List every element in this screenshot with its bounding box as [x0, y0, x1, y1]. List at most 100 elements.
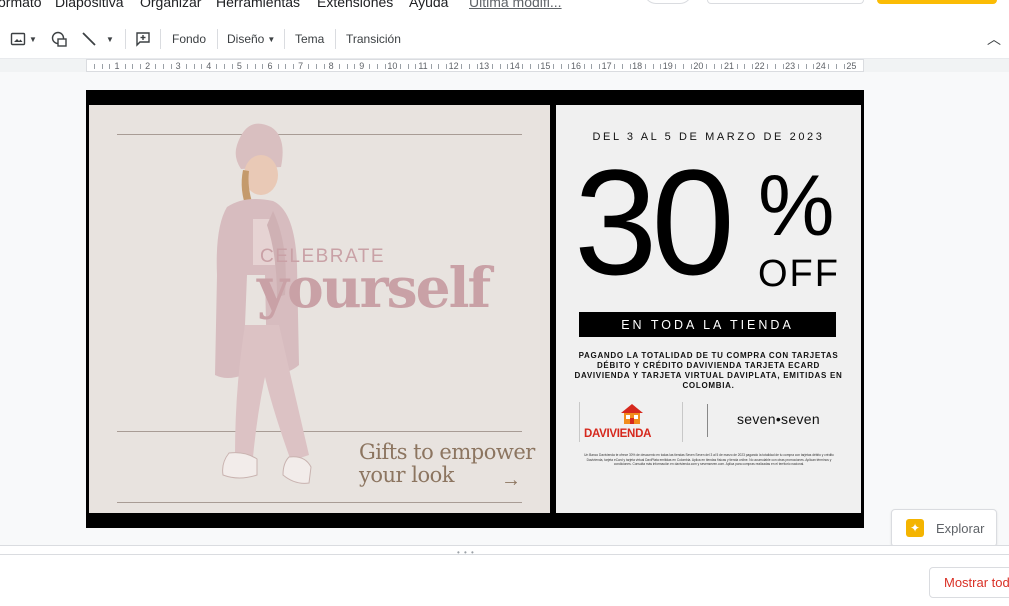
- slideshow-button[interactable]: [707, 0, 864, 4]
- ruler-tick-mark: [652, 64, 654, 69]
- slide[interactable]: CELEBRATE yourself Gifts to empower your…: [86, 90, 864, 528]
- transition-button[interactable]: Transición: [346, 28, 401, 50]
- ruler-tick-mark: [629, 64, 631, 69]
- menu-herramientas[interactable]: Herramientas: [216, 0, 300, 10]
- line-button[interactable]: ▼: [81, 28, 114, 50]
- ruler-tick-mark: [782, 64, 784, 69]
- store-wide-banner: EN TODA LA TIENDA: [579, 312, 836, 337]
- ruler-tick-label: 6: [267, 61, 273, 71]
- chevron-down-icon: ▼: [267, 34, 276, 44]
- ruler-tick-mark: [132, 64, 134, 69]
- toolbar-divider: [335, 29, 336, 49]
- layout-button[interactable]: Diseño ▼: [227, 28, 275, 50]
- davivienda-logo: DAVIVIENDA: [579, 402, 683, 442]
- ruler-tick-mark: [507, 64, 509, 69]
- ruler-tick-mark: [660, 64, 662, 69]
- ruler-tick-label: 2: [145, 61, 151, 71]
- ruler-tick-mark: [476, 64, 478, 69]
- ruler-tick-mark: [675, 64, 677, 69]
- collapse-toolbar-icon[interactable]: ︿: [987, 29, 1001, 49]
- ruler-tick-mark: [262, 64, 264, 69]
- ruler-tick-mark: [614, 64, 616, 69]
- ruler-tick-label: 22: [754, 61, 765, 71]
- gifts-line-1: Gifts to empower: [359, 440, 535, 464]
- meet-button[interactable]: [644, 0, 692, 4]
- slide-canvas: CELEBRATE yourself Gifts to empower your…: [0, 72, 1009, 546]
- horizontal-ruler[interactable]: 1 2 3 4 5 6 7 8 9 10 11 12 13 14 15 16 17 18 19 20 21 22 23 24 2…: [86, 59, 864, 72]
- add-comment-button[interactable]: [135, 28, 151, 50]
- ruler-tick-mark: [774, 64, 776, 69]
- house-icon: [621, 404, 643, 424]
- ruler-tick-label: 1: [114, 61, 120, 71]
- ruler-tick-mark: [94, 64, 96, 69]
- ruler-tick-label: 18: [632, 61, 643, 71]
- ruler-tick-mark: [568, 64, 570, 69]
- ruler-tick-label: 8: [328, 61, 334, 71]
- ruler-tick-mark: [185, 64, 187, 69]
- slide-right-panel[interactable]: DEL 3 AL 5 DE MARZO DE 2023 30 % OFF EN …: [556, 105, 861, 513]
- ruler-tick-mark: [683, 64, 685, 69]
- ruler-tick-mark: [170, 64, 172, 69]
- slide-left-panel[interactable]: CELEBRATE yourself Gifts to empower your…: [89, 105, 550, 513]
- menu-diapositiva[interactable]: Diapositiva: [55, 0, 123, 10]
- ruler-tick-label: 19: [662, 61, 673, 71]
- ruler-tick-mark: [224, 64, 226, 69]
- ruler-tick-mark: [560, 64, 562, 69]
- show-all-button[interactable]: Mostrar todo: [929, 567, 1009, 598]
- percent-sign: %: [758, 158, 835, 254]
- ruler-tick-mark: [101, 64, 103, 69]
- ruler-tick-label: 3: [175, 61, 181, 71]
- ruler-tick-mark: [445, 64, 447, 69]
- ruler-tick-label: 23: [785, 61, 796, 71]
- ruler-tick-mark: [553, 64, 555, 69]
- yourself-text: yourself: [257, 255, 491, 320]
- theme-button[interactable]: Tema: [295, 28, 324, 50]
- ruler-tick-mark: [537, 64, 539, 69]
- ruler-tick-label: 4: [206, 61, 212, 71]
- ruler-tick-label: 9: [359, 61, 365, 71]
- menu-ayuda[interactable]: Ayuda: [409, 0, 448, 10]
- menu-organizar[interactable]: Organizar: [140, 0, 201, 10]
- shape-button[interactable]: [50, 28, 68, 50]
- layout-label: Diseño: [227, 32, 265, 46]
- speaker-notes-area[interactable]: Mostrar todo: [0, 555, 1009, 606]
- ruler-tick-label: 21: [723, 61, 735, 71]
- ruler-tick-mark: [162, 64, 164, 69]
- ruler-tick-mark: [346, 64, 348, 69]
- menu-extensiones[interactable]: Extensiones: [317, 0, 393, 10]
- ruler-tick-mark: [583, 64, 585, 69]
- ruler-tick-mark: [155, 64, 157, 69]
- ruler-tick-mark: [277, 64, 279, 69]
- seven-seven-logo: seven•seven: [737, 411, 820, 427]
- notes-resize-bar[interactable]: • • •: [0, 545, 1009, 557]
- explore-button[interactable]: Explorar: [891, 509, 997, 547]
- ruler-tick-mark: [193, 64, 195, 69]
- ruler-tick-mark: [461, 64, 463, 69]
- ruler-tick-mark: [797, 64, 799, 69]
- last-edit-link[interactable]: Última modifi...: [469, 0, 562, 10]
- insert-image-button[interactable]: ▼: [10, 28, 37, 50]
- ruler-tick-mark: [491, 64, 493, 69]
- explore-icon: [906, 519, 924, 537]
- background-button[interactable]: Fondo: [172, 28, 206, 50]
- ruler-tick-mark: [751, 64, 753, 69]
- ruler-tick-mark: [369, 64, 371, 69]
- share-button[interactable]: [877, 0, 997, 4]
- ruler-tick-label: 7: [298, 61, 304, 71]
- fine-print: Un Banco Davivienda te ofrece 30% de des…: [584, 453, 834, 467]
- ruler-tick-label: 16: [570, 61, 582, 71]
- ruler-tick-mark: [522, 64, 524, 69]
- menu-formato[interactable]: ormato: [0, 0, 42, 10]
- ruler-tick-mark: [415, 64, 417, 69]
- ruler-tick-label: 10: [387, 61, 398, 71]
- ruler-tick-mark: [430, 64, 432, 69]
- comment-plus-icon: [136, 32, 150, 47]
- davivienda-wordmark: DAVIVIENDA: [584, 428, 652, 440]
- ruler-tick-mark: [338, 64, 340, 69]
- ruler-tick-mark: [216, 64, 218, 69]
- toolbar-divider: [284, 29, 285, 49]
- ruler-tick-mark: [690, 64, 692, 69]
- logo-divider: [707, 404, 708, 437]
- ruler-tick-mark: [805, 64, 807, 69]
- ruler-tick-mark: [377, 64, 379, 69]
